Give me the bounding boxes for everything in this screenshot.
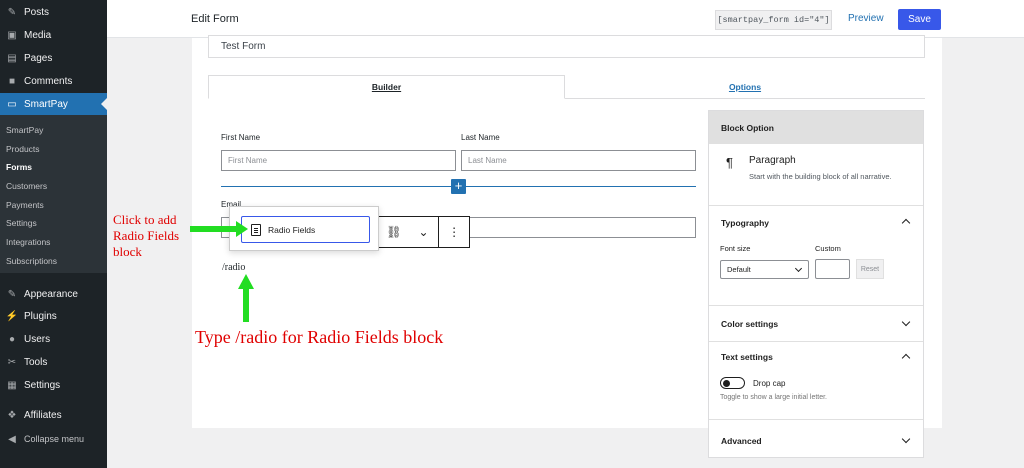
- custom-label: Custom: [815, 244, 841, 253]
- pages-icon: ▤: [7, 52, 17, 64]
- link-button[interactable]: ⛓: [379, 217, 409, 247]
- sidebar-item-label: Pages: [24, 52, 53, 64]
- page-title: Edit Form: [191, 13, 239, 25]
- sidebar-item-label: Media: [24, 29, 52, 41]
- submenu-item-settings[interactable]: Settings: [6, 218, 37, 228]
- sidebar-item-media[interactable]: ▣ Media: [0, 24, 107, 46]
- drop-cap-label: Drop cap: [753, 379, 786, 388]
- text-settings-toggle[interactable]: Text settings: [721, 352, 773, 362]
- first-name-field[interactable]: First Name: [221, 150, 456, 171]
- first-name-label: First Name: [221, 133, 261, 142]
- collapse-icon: ◀: [8, 433, 16, 445]
- link-icon: ⛓: [386, 225, 402, 239]
- users-icon: ●: [8, 333, 16, 345]
- last-name-field[interactable]: Last Name: [461, 150, 696, 171]
- submenu-item-customers[interactable]: Customers: [6, 181, 47, 191]
- sidebar-item-label: Plugins: [24, 310, 57, 322]
- panel-header: Block Option: [709, 111, 923, 144]
- submenu-item-forms[interactable]: Forms: [6, 162, 32, 172]
- sidebar-item-label: Collapse menu: [24, 434, 85, 444]
- appearance-icon: ✎: [7, 288, 17, 300]
- font-size-select[interactable]: Default: [720, 260, 809, 279]
- sidebar-item-comments[interactable]: ■ Comments: [0, 70, 107, 92]
- advanced-toggle[interactable]: Advanced: [721, 436, 762, 446]
- block-card-section: [709, 144, 923, 206]
- sidebar-item-label: Appearance: [24, 288, 78, 300]
- drop-cap-help: Toggle to show a large initial letter.: [720, 394, 828, 401]
- form-title-input[interactable]: Test Form: [208, 35, 925, 58]
- chevron-down-icon: [794, 264, 803, 273]
- submenu-item-payments[interactable]: Payments: [6, 200, 44, 210]
- sidebar-item-smartpay[interactable]: ▭ SmartPay: [0, 93, 107, 115]
- block-toolbar: ⛓ ⌄ ⋮: [379, 216, 470, 248]
- block-inserter-popup: Radio Fields: [229, 206, 379, 251]
- font-size-label: Font size: [720, 244, 751, 253]
- sidebar-item-settings[interactable]: ▦ Settings: [0, 374, 107, 396]
- save-button[interactable]: Save: [898, 9, 941, 30]
- sidebar-item-label: Settings: [24, 379, 61, 391]
- sidebar-item-label: Posts: [24, 6, 50, 18]
- sidebar-item-pages[interactable]: ▤ Pages: [0, 47, 107, 69]
- preview-button[interactable]: Preview: [848, 13, 884, 24]
- add-block-button[interactable]: +: [451, 179, 466, 194]
- sidebar-item-label: SmartPay: [24, 98, 68, 110]
- tools-icon: ✂: [7, 356, 17, 368]
- more-options-dropdown[interactable]: ⌄: [409, 217, 439, 247]
- block-options-panel: Block Option ¶ Paragraph Start with the …: [708, 110, 924, 458]
- sidebar-item-label: Tools: [24, 356, 48, 368]
- submenu-item-products[interactable]: Products: [6, 144, 40, 154]
- chevron-down-icon[interactable]: [901, 434, 911, 444]
- last-name-label: Last Name: [461, 133, 500, 142]
- radio-fields-block-option[interactable]: Radio Fields: [241, 216, 370, 243]
- radio-fields-label: Radio Fields: [268, 224, 316, 235]
- admin-sidebar: ✎ Posts ▣ Media ▤ Pages ■ Comments ▭ SmartPay…: [0, 0, 107, 468]
- sidebar-item-label: Users: [24, 333, 51, 345]
- collapse-menu-button[interactable]: ◀ Collapse menu: [0, 428, 107, 450]
- reset-button[interactable]: Reset: [856, 259, 884, 279]
- sidebar-item-label: Comments: [24, 75, 73, 87]
- sidebar-item-affiliates[interactable]: ❖ Affiliates: [0, 404, 107, 426]
- kebab-icon: ⋮: [448, 225, 461, 239]
- tab-options[interactable]: Options: [565, 75, 925, 99]
- chevron-down-icon: ⌄: [418, 225, 429, 239]
- form-block-icon: [251, 223, 261, 236]
- slash-command-text[interactable]: /radio: [222, 262, 245, 273]
- tab-builder[interactable]: Builder: [208, 75, 565, 99]
- sidebar-item-label: Affiliates: [24, 409, 62, 421]
- pin-icon: ✎: [7, 6, 17, 18]
- drop-cap-toggle[interactable]: [720, 377, 745, 389]
- typography-toggle[interactable]: Typography: [721, 218, 769, 228]
- media-icon: ▣: [7, 29, 17, 41]
- sidebar-item-tools[interactable]: ✂ Tools: [0, 351, 107, 373]
- comments-icon: ■: [8, 75, 16, 87]
- affiliates-icon: ❖: [7, 409, 17, 421]
- sidebar-item-plugins[interactable]: ⚡ Plugins: [0, 305, 107, 327]
- smartpay-submenu: [0, 115, 107, 273]
- settings-icon: ▦: [7, 379, 17, 391]
- custom-font-size-input[interactable]: [815, 259, 850, 279]
- sidebar-item-users[interactable]: ● Users: [0, 328, 107, 350]
- block-options-button[interactable]: ⋮: [439, 217, 469, 247]
- editor-header: Edit Form [smartpay_form id="4"] Preview…: [107, 0, 1024, 38]
- sidebar-item-posts[interactable]: ✎ Posts: [0, 1, 107, 23]
- submenu-item-smartpay[interactable]: SmartPay: [6, 125, 43, 135]
- color-settings-toggle[interactable]: Color settings: [721, 319, 778, 329]
- plugins-icon: ⚡: [5, 310, 19, 322]
- form-tabs: Builder Options: [208, 75, 925, 99]
- click-hint-annotation: Click to add Radio Fields block: [113, 212, 180, 259]
- shortcode-field[interactable]: [smartpay_form id="4"]: [715, 10, 832, 30]
- submenu-item-integrations[interactable]: Integrations: [6, 237, 50, 247]
- smartpay-icon: ▭: [7, 98, 17, 110]
- sidebar-item-appearance[interactable]: ✎ Appearance: [0, 283, 107, 305]
- font-size-value: Default: [727, 265, 751, 274]
- type-hint-annotation: Type /radio for Radio Fields block: [195, 327, 444, 347]
- submenu-item-subscriptions[interactable]: Subscriptions: [6, 256, 57, 266]
